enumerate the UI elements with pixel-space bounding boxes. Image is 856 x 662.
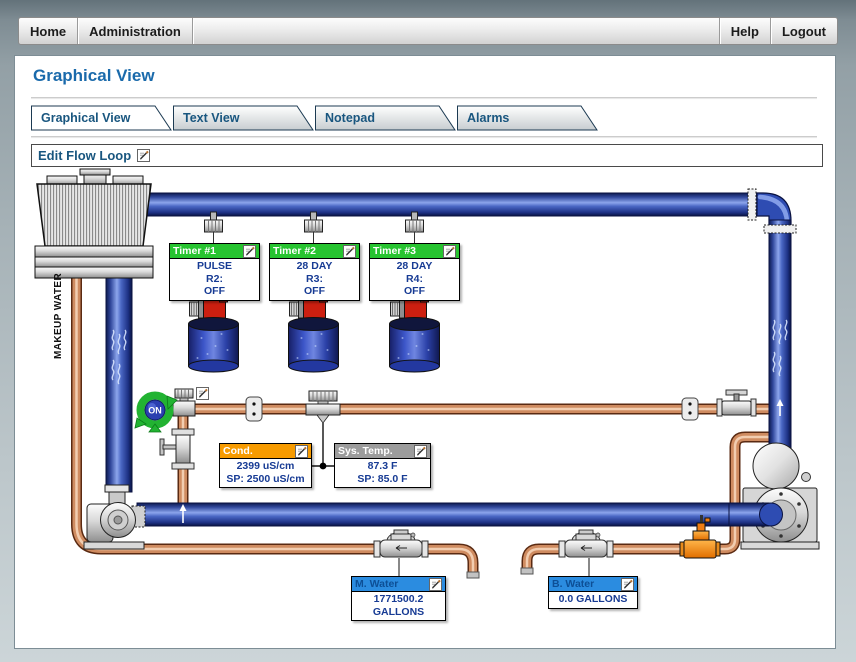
timer-1-state: OFF (170, 285, 259, 298)
conductivity-value: 2399 uS/cm (220, 460, 311, 473)
timer-1-mode: PULSE (170, 260, 259, 273)
timer-3-title: Timer #3 (373, 245, 416, 257)
conductivity-title: Cond. (223, 445, 253, 457)
timer-2-title: Timer #2 (273, 245, 316, 257)
injection-fittings (205, 212, 424, 243)
timer-1-relay: R2: (170, 273, 259, 286)
tab-notepad[interactable]: Notepad (316, 106, 456, 130)
makeup-water-label: MAKEUP WATER (53, 263, 69, 359)
tab-strip: Graphical View Text View Notepad Alarms (31, 105, 631, 131)
pump-status-label: ON (148, 406, 162, 416)
nav-help-label: Help (731, 24, 759, 39)
system-pump-right (729, 443, 819, 549)
content-panel: Graphical View Graphical View Text View … (14, 55, 836, 649)
makeup-water-meter-title: M. Water (355, 578, 398, 590)
pipe-coupling (246, 397, 262, 421)
recirc-pump-left (84, 485, 145, 549)
page-title: Graphical View (33, 66, 155, 86)
chem-drum-1 (189, 318, 239, 373)
chemical-feed-stations (189, 292, 440, 372)
top-navbar: Home Administration Help Logout (18, 17, 838, 45)
timer-2-relay: R3: (270, 273, 359, 286)
sensor-probe-tee (306, 391, 340, 423)
sys-temp-title: Sys. Temp. (338, 445, 393, 457)
timer-2-header: Timer #2 (270, 244, 359, 259)
conductivity-setpoint: SP: 2500 uS/cm (220, 473, 311, 486)
nav-right-group: Help Logout (719, 18, 837, 44)
pipe-flange (764, 225, 796, 233)
timer-3-mode: 28 DAY (370, 260, 459, 273)
edit-flow-loop-label: Edit Flow Loop (38, 148, 131, 163)
gate-valve (160, 429, 194, 469)
conductivity-box: Cond. 2399 uS/cm SP: 2500 uS/cm (219, 443, 312, 488)
pipe-end-cap (760, 503, 783, 526)
nav-home[interactable]: Home (19, 18, 78, 44)
cooling-tower (35, 169, 153, 278)
tab-alarms-label: Alarms (467, 111, 509, 125)
edit-icon[interactable] (429, 578, 442, 591)
edit-icon[interactable] (295, 445, 308, 458)
pipe-flange (748, 189, 756, 220)
timer-2-box: Timer #2 28 DAY R3: OFF (269, 243, 360, 301)
chem-drum-3 (390, 318, 440, 373)
bleed-water-meter-header: B. Water (549, 577, 637, 592)
timer-2-state: OFF (270, 285, 359, 298)
timer-1-box: Timer #1 PULSE R2: OFF (169, 243, 260, 301)
tab-graphical-view[interactable]: Graphical View (32, 106, 172, 130)
divider (31, 97, 817, 100)
tab-graphical-view-label: Graphical View (41, 111, 131, 125)
makeup-water-units: GALLONS (352, 606, 445, 619)
conductivity-header: Cond. (220, 444, 311, 459)
sys-temp-setpoint: SP: 85.0 F (335, 473, 430, 486)
sys-temp-value: 87.3 F (335, 460, 430, 473)
sys-temp-box: Sys. Temp. 87.3 F SP: 85.0 F (334, 443, 431, 488)
timer-2-mode: 28 DAY (270, 260, 359, 273)
timer-1-title: Timer #1 (173, 245, 216, 257)
edit-icon[interactable] (343, 245, 356, 258)
timer-3-relay: R4: (370, 273, 459, 286)
tab-text-view-label: Text View (183, 111, 240, 125)
edit-icon[interactable] (196, 387, 209, 400)
divider (31, 136, 817, 139)
tab-text-view[interactable]: Text View (174, 106, 314, 130)
edit-icon[interactable] (243, 245, 256, 258)
nav-logout-label: Logout (782, 24, 826, 39)
timer-3-header: Timer #3 (370, 244, 459, 259)
pipe-coupling (682, 398, 698, 420)
makeup-water-meter-header: M. Water (352, 577, 445, 592)
bleed-water-meter (559, 530, 613, 557)
tab-notepad-label: Notepad (325, 111, 375, 125)
bleed-water-total: 0.0 GALLONS (549, 593, 637, 606)
makeup-water-meter (374, 530, 428, 557)
nav-administration-label: Administration (89, 24, 181, 39)
makeup-water-total: 1771500.2 (352, 593, 445, 606)
edit-flow-loop-bar[interactable]: Edit Flow Loop (31, 144, 823, 167)
edit-icon[interactable] (621, 578, 634, 591)
nav-help[interactable]: Help (719, 18, 770, 44)
pipe-end-cap (467, 572, 479, 578)
edit-icon[interactable] (137, 149, 150, 162)
sys-temp-header: Sys. Temp. (335, 444, 430, 459)
timer-3-state: OFF (370, 285, 459, 298)
nav-logout[interactable]: Logout (770, 18, 837, 44)
bleed-water-meter-box: B. Water 0.0 GALLONS (548, 576, 638, 609)
flow-switch-tee (173, 389, 195, 416)
chem-drum-2 (289, 318, 339, 373)
nav-home-label: Home (30, 24, 66, 39)
flow-loop-diagram: ON (29, 168, 823, 648)
ball-valve (717, 390, 756, 416)
tab-alarms[interactable]: Alarms (458, 106, 598, 130)
pipe-end-cap (521, 568, 533, 574)
bleed-water-meter-title: B. Water (552, 578, 594, 590)
pump-status-indicator[interactable]: ON (135, 396, 177, 433)
nav-administration[interactable]: Administration (78, 18, 193, 44)
timer-1-header: Timer #1 (170, 244, 259, 259)
edit-icon[interactable] (414, 445, 427, 458)
edit-icon[interactable] (443, 245, 456, 258)
makeup-water-meter-box: M. Water 1771500.2 GALLONS (351, 576, 446, 621)
nav-spacer (193, 18, 719, 44)
timer-3-box: Timer #3 28 DAY R4: OFF (369, 243, 460, 301)
